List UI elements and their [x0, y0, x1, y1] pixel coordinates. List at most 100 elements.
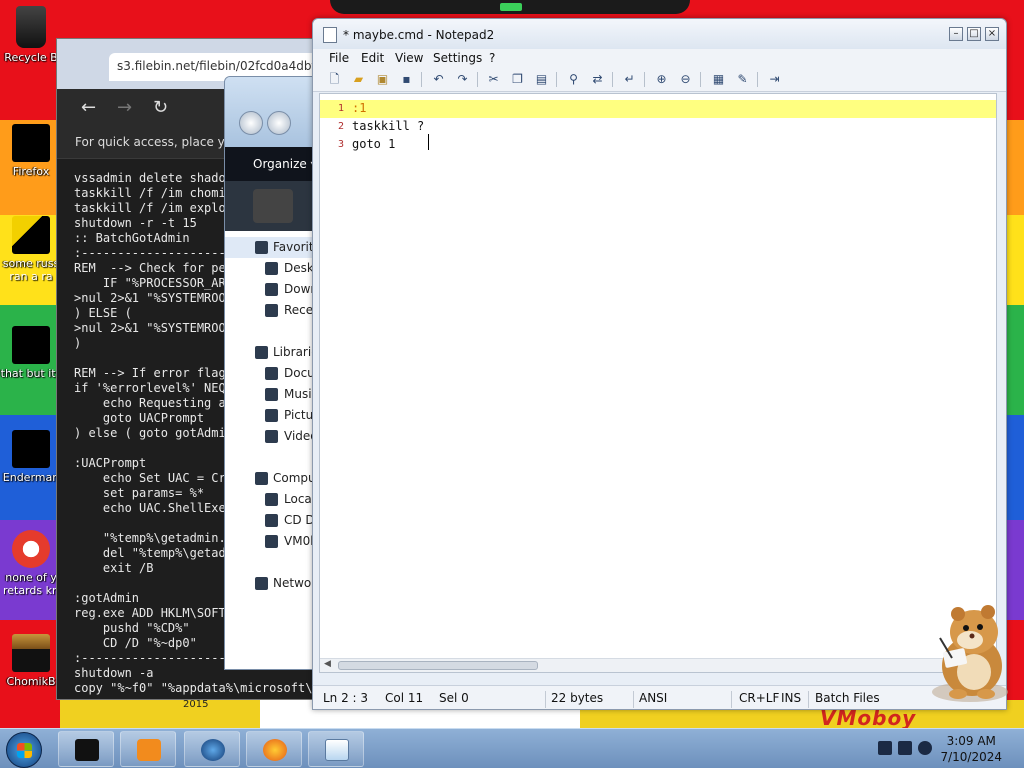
folder-icon	[265, 367, 278, 380]
menu-file[interactable]: File	[329, 51, 349, 65]
editor-line[interactable]: 2 taskkill ?	[320, 118, 996, 136]
taskbar-notepad2[interactable]	[308, 731, 364, 767]
status-line-ending[interactable]: CR+LF	[739, 691, 779, 705]
find-icon[interactable]: ⚲	[565, 71, 582, 88]
hamster-app-icon	[12, 634, 50, 672]
taskbar-ie[interactable]	[184, 731, 240, 767]
clock-date: 7/10/2024	[940, 750, 1002, 764]
back-arrow-icon[interactable]: ←	[81, 97, 96, 118]
line-number: 2	[337, 121, 344, 132]
desktop-icon-that-but-its[interactable]: that but its	[0, 326, 62, 380]
back-circle-icon[interactable]	[239, 111, 263, 135]
folder-icon	[265, 262, 278, 275]
scheme-icon[interactable]: ▦	[710, 71, 727, 88]
horizontal-scrollbar[interactable]: ◀	[320, 658, 996, 672]
desktop-icon-chomikb[interactable]: ChomikB	[0, 634, 62, 688]
taskbar-firefox[interactable]	[246, 731, 302, 767]
folder-group-icon	[255, 472, 268, 485]
scroll-left-icon[interactable]: ◀	[324, 659, 331, 669]
editor-line[interactable]: 3 goto 1	[320, 136, 996, 154]
open-folder-icon[interactable]: ▰	[350, 71, 367, 88]
clock[interactable]: 3:09 AM 7/10/2024	[940, 733, 1002, 765]
firefox-icon	[12, 124, 50, 162]
redo-icon[interactable]: ↷	[454, 71, 471, 88]
reload-icon[interactable]: ↻	[153, 97, 168, 118]
desktop-icon-firefox[interactable]: Firefox	[0, 124, 62, 178]
desktop-icon-none-of-y[interactable]: none of y retards kn	[0, 530, 62, 597]
zoom-in-icon[interactable]: ⊕	[653, 71, 670, 88]
replace-icon[interactable]: ⇄	[589, 71, 606, 88]
browse-icon[interactable]: ▣	[374, 71, 391, 88]
desktop-icon-label: that but its	[0, 367, 62, 380]
desktop-icon-label-line2: ran a ra	[9, 270, 53, 283]
globe-icon	[201, 739, 225, 761]
zoom-out-icon[interactable]: ⊖	[677, 71, 694, 88]
word-wrap-icon[interactable]: ↵	[621, 71, 638, 88]
notepad-icon	[325, 739, 349, 761]
folder-icon	[265, 283, 278, 296]
notepad-app-icon	[323, 27, 337, 43]
network-icon[interactable]	[898, 741, 912, 755]
new-file-icon[interactable]: 🗋	[326, 71, 343, 88]
scrollbar-thumb[interactable]	[338, 661, 538, 670]
volume-icon[interactable]	[918, 741, 932, 755]
forward-circle-icon[interactable]	[267, 111, 291, 135]
line-number-gutter	[320, 94, 350, 672]
text-editor[interactable]: 1:1 2 taskkill ? 3 goto 1 ◀	[319, 93, 997, 673]
wallpaper-top-band	[330, 0, 690, 14]
status-syntax-scheme[interactable]: Batch Files	[815, 691, 880, 705]
line-number: 3	[337, 139, 344, 150]
line-text: taskkill ?	[352, 119, 425, 133]
menu-view[interactable]: View	[395, 51, 423, 65]
desktop-icon-label: Enderman	[2, 471, 60, 484]
editor-line[interactable]: 1:1	[320, 100, 996, 118]
system-tray: 3:09 AM 7/10/2024	[866, 729, 1024, 768]
folder-icon	[265, 493, 278, 506]
desktop-icon-recycle-bin[interactable]: Recycle B	[0, 6, 62, 64]
status-encoding[interactable]: ANSI	[639, 691, 667, 705]
copy-icon[interactable]: ❐	[509, 71, 526, 88]
folder-group-icon	[255, 577, 268, 590]
customize-scheme-icon[interactable]: ✎	[734, 71, 751, 88]
notepad2-window: * maybe.cmd - Notepad2 – □ × File Edit V…	[312, 18, 1007, 710]
status-line-position: Ln 2 : 3	[323, 691, 369, 705]
status-selection: Sel 0	[439, 691, 469, 705]
clock-time: 3:09 AM	[946, 734, 996, 748]
desktop-icon-some-russ[interactable]: some russ ran a ra	[0, 216, 62, 283]
start-button[interactable]	[6, 732, 42, 768]
status-bar: Ln 2 : 3 Col 11 Sel 0 22 bytes ANSI CR+L…	[313, 685, 1006, 709]
folder-icon	[265, 514, 278, 527]
menu-help[interactable]: ?	[489, 51, 495, 65]
status-insert-mode[interactable]: INS	[781, 691, 801, 705]
flag-icon[interactable]	[878, 741, 892, 755]
folder-icon	[265, 388, 278, 401]
paste-icon[interactable]: ▤	[533, 71, 550, 88]
desktop-icon-label: none of y	[5, 571, 57, 584]
exit-icon[interactable]: ⇥	[766, 71, 783, 88]
minimize-icon[interactable]: –	[949, 27, 963, 41]
stacked-files-icon	[12, 326, 50, 364]
taskbar-cmd[interactable]	[58, 731, 114, 767]
browser-shortcut-icon	[12, 530, 50, 568]
undo-icon[interactable]: ↶	[430, 71, 447, 88]
notepad-title-bar[interactable]: * maybe.cmd - Notepad2 – □ ×	[313, 19, 1006, 49]
forward-arrow-icon[interactable]: →	[117, 97, 132, 118]
cut-icon[interactable]: ✂	[485, 71, 502, 88]
menu-edit[interactable]: Edit	[361, 51, 384, 65]
desktop-icon-label: some russ	[2, 257, 60, 270]
menu-settings[interactable]: Settings	[433, 51, 482, 65]
folder-group-icon	[255, 346, 268, 359]
text-caret	[428, 134, 429, 150]
close-icon[interactable]: ×	[985, 27, 999, 41]
code-line: copy "%~f0" "%appdata%\microsoft\w	[74, 681, 320, 695]
taskbar-media-player[interactable]	[120, 731, 176, 767]
hamster-mascot-icon	[932, 605, 1008, 702]
line-text: :1	[352, 101, 367, 115]
save-icon[interactable]: ▪	[398, 71, 415, 88]
drive-icon	[253, 189, 293, 223]
toolbar: 🗋 ▰ ▣ ▪ ↶ ↷ ✂ ❐ ▤ ⚲ ⇄ ↵ ⊕ ⊖ ▦ ✎ ⇥	[313, 68, 1006, 92]
status-column: Col 11	[385, 691, 424, 705]
desktop-icon-enderman[interactable]: Enderman	[0, 430, 62, 484]
line-text: goto 1	[352, 137, 396, 151]
maximize-icon[interactable]: □	[967, 27, 981, 41]
